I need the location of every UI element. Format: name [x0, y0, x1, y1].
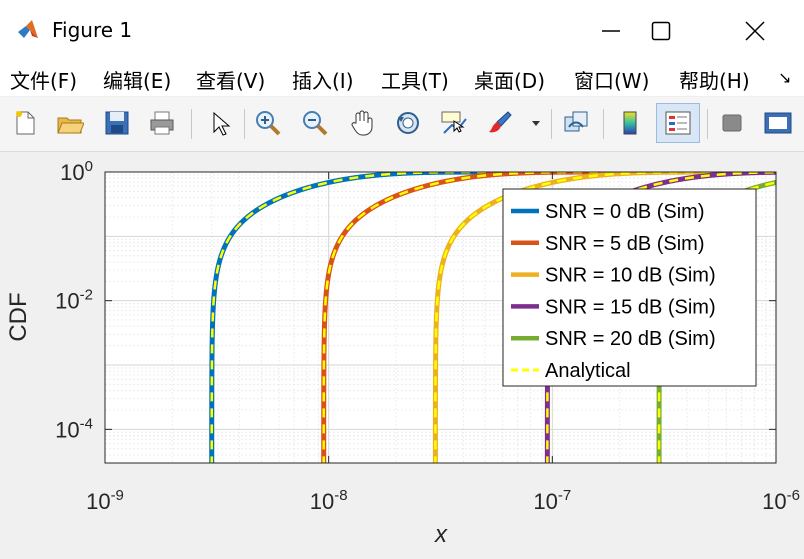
rotate-3d-icon[interactable]: [392, 107, 424, 139]
menu-tools[interactable]: 工具(T): [381, 65, 449, 94]
pan-hand-icon[interactable]: [346, 107, 378, 139]
minimize-icon: [602, 30, 620, 32]
x-tick-label: 10-7: [533, 487, 571, 514]
data-cursor-icon[interactable]: [438, 107, 470, 139]
toolbar: [0, 97, 804, 152]
x-tick-labels: 10-9 10-8 10-7 10-6: [86, 487, 800, 514]
show-plot-tools-icon[interactable]: [762, 107, 794, 139]
menu-view[interactable]: 查看(V): [196, 65, 265, 94]
menu-insert[interactable]: 插入(I): [292, 65, 354, 94]
select-arrow-icon[interactable]: [203, 107, 235, 139]
y-tick-label: 10-4: [55, 415, 93, 442]
menu-window[interactable]: 窗口(W): [574, 65, 649, 94]
legend-entry-label: SNR = 20 dB (Sim): [545, 328, 716, 350]
x-tick-label: 10-9: [86, 487, 124, 514]
cdf-plot: 10-9 10-8 10-7 10-6 100 10-2 10-4 x CDF SNR =…: [5, 158, 800, 548]
x-tick-label: 10-8: [310, 487, 348, 514]
print-icon[interactable]: [146, 107, 178, 139]
brush-dropdown-icon[interactable]: [528, 107, 544, 139]
zoom-in-icon[interactable]: [252, 107, 284, 139]
figure-area: 10-9 10-8 10-7 10-6 100 10-2 10-4 x CDF SNR =…: [0, 152, 804, 555]
legend-entry-label: SNR = 10 dB (Sim): [545, 265, 716, 287]
legend-entry-label: SNR = 0 dB (Sim): [545, 201, 704, 223]
legend-entry-label: SNR = 5 dB (Sim): [545, 233, 704, 255]
y-axis-label: CDF: [5, 292, 32, 341]
y-tick-label: 100: [60, 158, 93, 185]
y-tick-labels: 100 10-2 10-4: [55, 158, 93, 442]
y-tick-label: 10-2: [55, 287, 93, 314]
save-icon[interactable]: [101, 107, 133, 139]
title-bar: Figure 1: [0, 0, 804, 62]
legend[interactable]: SNR = 0 dB (Sim) SNR = 5 dB (Sim) SNR = 10…: [502, 188, 757, 387]
close-icon: [745, 21, 765, 41]
hide-plot-tools-icon[interactable]: [716, 107, 748, 139]
menu-desktop[interactable]: 桌面(D): [474, 65, 545, 94]
legend-entry-label: Analytical: [545, 360, 631, 382]
menu-overflow-icon[interactable]: ↘: [778, 68, 791, 87]
menu-file[interactable]: 文件(F): [10, 65, 77, 94]
link-plot-icon[interactable]: [560, 107, 592, 139]
maximize-icon: [651, 21, 671, 41]
menu-edit[interactable]: 编辑(E): [103, 65, 171, 94]
close-button[interactable]: [732, 10, 778, 52]
new-figure-icon[interactable]: [9, 107, 41, 139]
colorbar-icon[interactable]: [614, 107, 646, 139]
brush-icon[interactable]: [484, 107, 516, 139]
matlab-logo-icon: [18, 20, 38, 38]
minimize-button[interactable]: [588, 10, 634, 52]
legend-icon[interactable]: [656, 103, 700, 143]
x-axis-label: x: [434, 521, 448, 548]
menu-help[interactable]: 帮助(H): [679, 65, 750, 94]
open-file-icon[interactable]: [54, 107, 86, 139]
window-title: Figure 1: [52, 18, 133, 42]
maximize-button[interactable]: [638, 10, 684, 52]
x-tick-label: 10-6: [762, 487, 800, 514]
legend-entry-label: SNR = 15 dB (Sim): [545, 296, 716, 318]
zoom-out-icon[interactable]: [299, 107, 331, 139]
menu-bar: 文件(F) 编辑(E) 查看(V) 插入(I) 工具(T) 桌面(D) 窗口(W…: [0, 62, 804, 96]
